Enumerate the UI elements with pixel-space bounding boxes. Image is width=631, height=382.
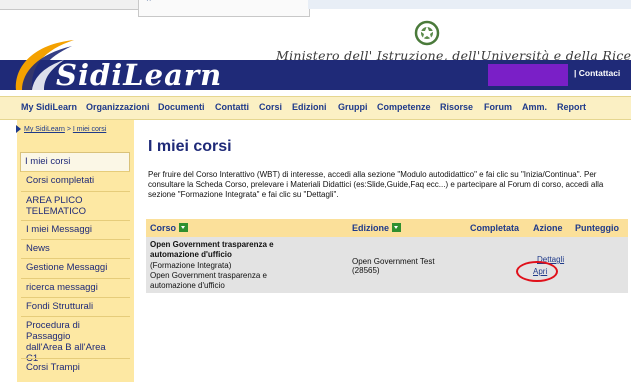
column-edizione[interactable]: Edizione (352, 223, 402, 233)
browser-tab-active[interactable]: ⌃ (138, 0, 310, 17)
menu-forum[interactable]: Forum (484, 102, 512, 112)
sidebar-item-fondi-strutturali[interactable]: Fondi Strutturali (21, 301, 130, 312)
menu-edizioni[interactable]: Edizioni (292, 102, 327, 112)
breadcrumb: My SidiLearn > I miei corsi (16, 125, 106, 133)
breadcrumb-home[interactable]: My SidiLearn (24, 126, 65, 133)
browser-tab-right[interactable] (308, 0, 631, 9)
sort-icon[interactable] (392, 223, 402, 232)
sidebar-item-area-plico[interactable]: AREA PLICO TELEMATICO (21, 195, 116, 217)
page-title: I miei corsi (148, 138, 232, 155)
sort-icon[interactable] (179, 223, 189, 232)
sidebar-divider (21, 220, 130, 221)
contattaci-link[interactable]: | Contattaci (574, 68, 620, 78)
menu-corsi[interactable]: Corsi (259, 102, 282, 112)
sidebar-divider (21, 316, 130, 317)
menu-contatti[interactable]: Contatti (215, 102, 249, 112)
sidebar-item-gestione-messaggi[interactable]: Gestione Messaggi (21, 262, 130, 273)
sidebar-divider (21, 358, 130, 359)
browser-tab-left[interactable] (0, 0, 138, 10)
sidebar-item-news[interactable]: News (21, 243, 130, 254)
menu-amm[interactable]: Amm. (522, 102, 547, 112)
sidebar-divider (21, 278, 130, 279)
menu-risorse[interactable]: Risorse (440, 102, 473, 112)
menu-gruppi[interactable]: Gruppi (338, 102, 368, 112)
browser-top-strip: ⌃ (0, 0, 631, 18)
menu-documenti[interactable]: Documenti (158, 102, 205, 112)
edition-code: (28565) (352, 266, 380, 275)
chevron-icon: ⌃ (145, 0, 153, 7)
sidebar-divider (21, 171, 130, 172)
course-description: Open Government trasparenza e automazion… (150, 271, 267, 290)
sidebar-divider (21, 258, 130, 259)
redacted-user-box (488, 64, 568, 86)
sidebar-item-ricerca-messaggi[interactable]: ricerca messaggi (21, 282, 130, 293)
republic-emblem-icon (414, 20, 440, 46)
column-completata: Completata (470, 223, 520, 233)
brand-logo-text[interactable]: SidiLearn (56, 58, 222, 92)
breadcrumb-current[interactable]: I miei corsi (73, 126, 106, 133)
course-type: (Formazione Integrata) (150, 261, 232, 270)
sidebar-item-corsi-trampi[interactable]: Corsi Trampi (21, 362, 130, 373)
menu-report[interactable]: Report (557, 102, 586, 112)
highlight-circle (516, 261, 558, 282)
breadcrumb-arrow-icon (16, 125, 21, 133)
sidebar-divider (21, 297, 130, 298)
site-header: Ministero dell' Istruzione, dell'Univers… (0, 18, 631, 96)
sidebar-item-i-miei-corsi[interactable]: I miei corsi (20, 152, 130, 172)
main-menu: My SidiLearn Organizzazioni Documenti Co… (0, 96, 631, 120)
courses-table-header: Corso Edizione Completata Azione Puntegg… (146, 219, 628, 237)
column-corso[interactable]: Corso (150, 223, 189, 233)
sidebar-divider (21, 239, 130, 240)
sidebar-item-corsi-completati[interactable]: Corsi completati (21, 175, 130, 186)
column-azione: Azione (533, 223, 563, 233)
course-title: Open Government trasparenza e automazion… (150, 240, 274, 259)
column-punteggio: Punteggio (575, 223, 619, 233)
breadcrumb-separator: > (66, 125, 71, 133)
menu-organizzazioni[interactable]: Organizzazioni (86, 102, 150, 112)
intro-text: Per fruire del Corso Interattivo (WBT) d… (148, 170, 604, 199)
sidebar-divider (21, 191, 130, 192)
menu-my-sidilearn[interactable]: My SidiLearn (21, 102, 77, 112)
menu-competenze[interactable]: Competenze (377, 102, 431, 112)
sidebar-item-i-miei-messaggi[interactable]: I miei Messaggi (21, 224, 130, 235)
